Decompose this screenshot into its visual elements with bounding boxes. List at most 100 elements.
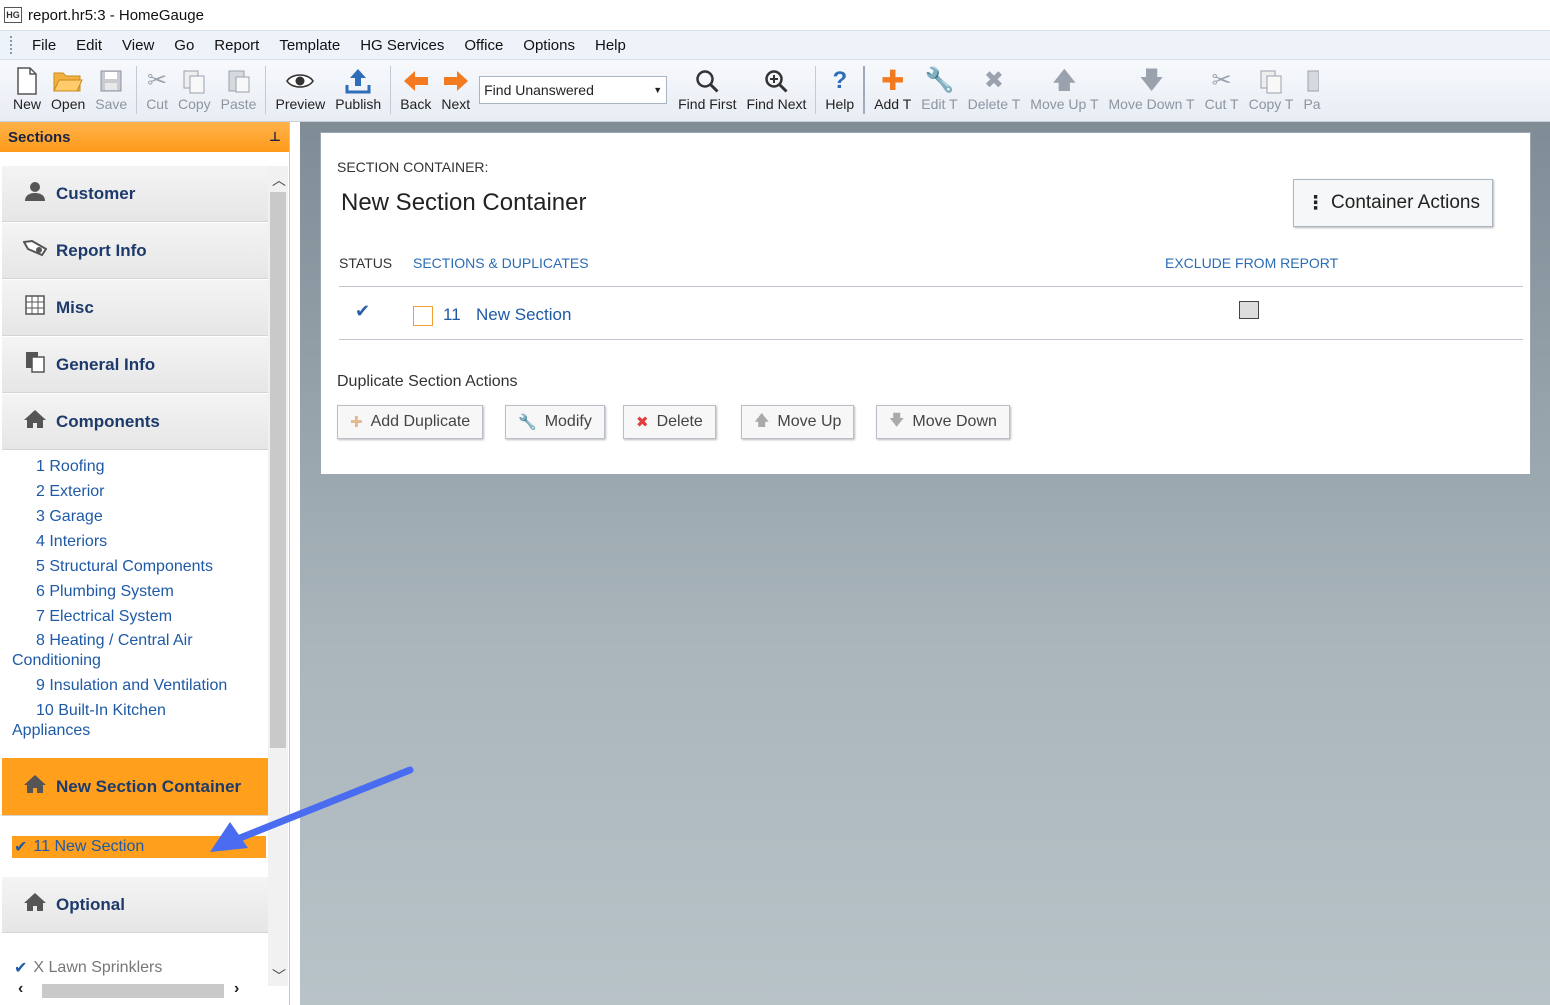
arrow-down-icon: 🡇	[1139, 67, 1164, 94]
find-select[interactable]: Find Unanswered ▼	[479, 76, 668, 104]
save-disk-icon	[99, 66, 123, 96]
open-button[interactable]: Open	[46, 60, 90, 120]
sidebar-group-optional[interactable]: Optional	[2, 877, 268, 933]
sidebar-group-misc[interactable]: Misc	[2, 280, 268, 336]
scroll-down-icon[interactable]: ﹀	[272, 966, 286, 986]
scissors-icon: ✂	[147, 67, 168, 94]
menu-view[interactable]: View	[112, 37, 164, 54]
menu-office[interactable]: Office	[454, 37, 513, 54]
scroll-right-icon[interactable]: ›	[234, 980, 239, 998]
component-item[interactable]: 9 Insulation and Ventilation	[12, 676, 262, 696]
menu-file[interactable]: File	[22, 37, 66, 54]
menu-help[interactable]: Help	[585, 37, 636, 54]
toolbar-separator	[136, 66, 138, 114]
section-container-label: SECTION CONTAINER:	[337, 159, 489, 175]
menu-hg-services[interactable]: HG Services	[350, 37, 454, 54]
component-item[interactable]: 10 Built-In Kitchen Appliances	[12, 701, 262, 741]
delete-button[interactable]: ✖ Delete	[623, 405, 716, 439]
magnifier-icon	[694, 66, 720, 96]
component-item[interactable]: 7 Electrical System	[12, 607, 262, 627]
add-t-button[interactable]: ✚ Add T	[869, 60, 916, 120]
menu-report[interactable]: Report	[204, 37, 269, 54]
duplicate-actions-label: Duplicate Section Actions	[337, 373, 518, 390]
container-actions-button[interactable]: ⋮ Container Actions	[1293, 179, 1493, 227]
modify-button[interactable]: 🔧 Modify	[505, 405, 605, 439]
open-folder-icon	[53, 66, 83, 96]
sidebar-header: Sections ⊥	[0, 122, 289, 152]
cut-button[interactable]: ✂ Cut	[141, 60, 173, 120]
menu-grip	[10, 36, 14, 54]
component-item[interactable]: 5 Structural Components	[12, 557, 262, 577]
next-button[interactable]: Next	[436, 60, 475, 120]
toolbar-separator	[863, 66, 866, 114]
menu-options[interactable]: Options	[513, 37, 585, 54]
move-up-t-button[interactable]: 🡅 Move Up T	[1025, 60, 1103, 120]
sidebar-group-report-info[interactable]: Report Info	[2, 223, 268, 279]
publish-button[interactable]: Publish	[330, 60, 386, 120]
menu-edit[interactable]: Edit	[66, 37, 112, 54]
component-item[interactable]: 4 Interiors	[12, 532, 262, 552]
preview-button[interactable]: Preview	[270, 60, 330, 120]
scrollbar-thumb[interactable]	[270, 192, 286, 748]
new-button[interactable]: New	[8, 60, 46, 120]
toolbar-separator	[265, 66, 267, 114]
cut-t-button[interactable]: ✂ Cut T	[1200, 60, 1244, 120]
back-button[interactable]: Back	[395, 60, 436, 120]
toolbar-separator	[390, 66, 392, 114]
find-first-button[interactable]: Find First	[673, 60, 741, 120]
arrow-up-icon: 🡅	[1052, 67, 1077, 94]
component-item[interactable]: 3 Garage	[12, 507, 262, 527]
house-icon	[22, 409, 48, 435]
copy-t-button[interactable]: Copy T	[1244, 60, 1299, 120]
house-icon	[22, 774, 48, 800]
sidebar-vertical-scrollbar[interactable]: ︿ ﹀	[268, 166, 288, 986]
annotation-arrow-icon	[210, 766, 414, 852]
move-down-t-button[interactable]: 🡇 Move Down T	[1104, 60, 1200, 120]
move-up-button[interactable]: 🡅 Move Up	[741, 405, 855, 439]
component-item[interactable]: 6 Plumbing System	[12, 582, 262, 602]
section-name-link[interactable]: New Section	[476, 305, 571, 325]
copy-button[interactable]: Copy	[173, 60, 216, 120]
move-down-button[interactable]: 🡇 Move Down	[876, 405, 1010, 439]
paste-t-button[interactable]: Pa	[1298, 60, 1325, 120]
sidebar-group-customer[interactable]: Customer	[2, 166, 268, 222]
menu-template[interactable]: Template	[269, 37, 350, 54]
section-number[interactable]: 11	[443, 305, 461, 325]
arrow-right-icon	[442, 66, 470, 96]
new-document-icon	[15, 66, 39, 96]
component-item[interactable]: 2 Exterior	[12, 482, 262, 502]
toolbar-separator	[815, 66, 817, 114]
chevron-down-icon: ▼	[653, 85, 663, 95]
paste-button[interactable]: Paste	[216, 60, 262, 120]
find-next-button[interactable]: Find Next	[741, 60, 811, 120]
question-icon: ?	[832, 67, 848, 94]
plus-icon: ✚	[350, 414, 363, 431]
house-icon	[22, 892, 48, 918]
delete-t-button[interactable]: ✖ Delete T	[963, 60, 1026, 120]
eye-icon	[286, 66, 315, 96]
exclude-checkbox[interactable]	[1239, 301, 1259, 319]
column-header-sections[interactable]: SECTIONS & DUPLICATES	[413, 255, 589, 271]
pin-icon[interactable]: ⊥	[269, 129, 281, 145]
sidebar-horizontal-scrollbar[interactable]: ‹ ›	[14, 980, 254, 1000]
component-item[interactable]: 8 Heating / Central Air Conditioning	[12, 631, 262, 671]
help-button[interactable]: ? Help	[820, 60, 859, 120]
grid-table-icon	[22, 294, 48, 321]
sidebar-item-lawn-sprinklers[interactable]: ✔ X Lawn Sprinklers	[14, 958, 162, 978]
scroll-up-icon[interactable]: ︿	[272, 170, 286, 190]
component-item[interactable]: 1 Roofing	[12, 457, 262, 477]
column-header-exclude[interactable]: EXCLUDE FROM REPORT	[1165, 255, 1338, 271]
add-duplicate-button[interactable]: ✚ Add Duplicate	[337, 405, 484, 439]
save-button[interactable]: Save	[90, 60, 132, 120]
scroll-left-icon[interactable]: ‹	[18, 980, 23, 998]
arrow-down-icon: 🡇	[889, 411, 905, 429]
sidebar-group-general-info[interactable]: General Info	[2, 337, 268, 393]
section-color-checkbox[interactable]	[413, 306, 433, 326]
scrollbar-thumb[interactable]	[42, 984, 224, 998]
checkmark-icon: ✔	[14, 960, 28, 977]
menu-go[interactable]: Go	[164, 37, 204, 54]
scissors-icon: ✂	[1211, 67, 1232, 94]
paste-icon	[226, 66, 252, 96]
edit-t-button[interactable]: 🔧 Edit T	[916, 60, 962, 120]
sidebar-group-components[interactable]: Components	[2, 394, 268, 450]
